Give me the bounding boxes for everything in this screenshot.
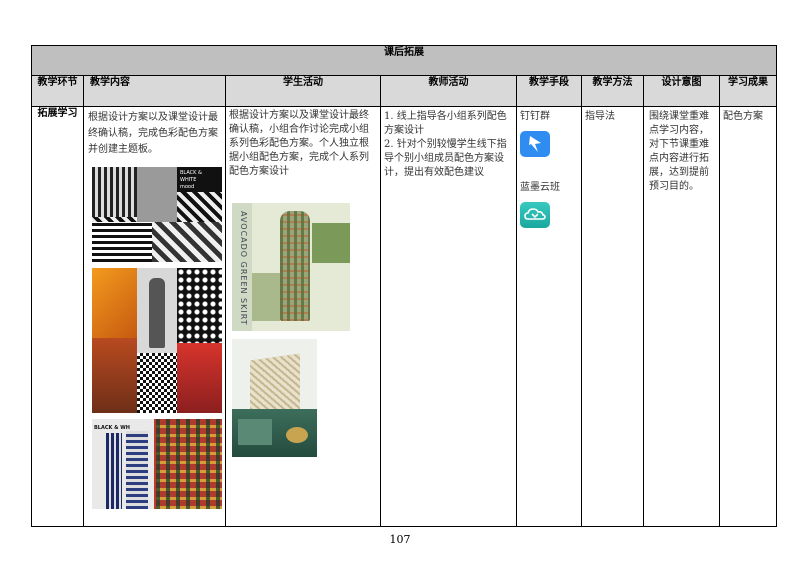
teaching-method-text: 指导法	[585, 111, 615, 122]
dingtalk-icon	[520, 131, 550, 157]
lesson-plan-table: 课后拓展 教学环节 教学内容 学生活动 教师活动 教学手段 教学方法 设计意图 …	[31, 45, 777, 527]
student-activity-cell: 根据设计方案以及课堂设计最终确认稿，小组合作讨论完成小组系列色彩配色方案。个人独…	[225, 106, 381, 527]
teacher-activity-item-1: 1. 线上指导各小组系列配色方案设计	[384, 111, 507, 136]
teaching-means-cell: 钉钉群 蓝墨云班	[516, 106, 582, 527]
learning-outcome-cell: 配色方案	[719, 106, 777, 527]
teaching-method-cell: 指导法	[581, 106, 644, 527]
moodboard-label-1: BLACK & WHITE	[180, 170, 202, 183]
header-student-activity: 学生活动	[225, 75, 381, 107]
moodboard-label-2: mood	[180, 184, 195, 190]
mosoteach-cloud-icon	[520, 202, 550, 228]
header-teaching-means: 教学手段	[516, 75, 582, 107]
content-cell: 根据设计方案以及课堂设计最终确认稿，完成色彩配色方案并创建主题板。 BLACK …	[83, 106, 226, 527]
design-intent-text: 围绕课堂重难点学习内容，对下节课重难点内容进行拓展，达到提前预习目的。	[649, 111, 709, 192]
page-number: 107	[389, 533, 411, 546]
teacher-activity-cell: 1. 线上指导各小组系列配色方案设计 2. 针对个别较慢学生线下指导个别小组成员…	[380, 106, 517, 527]
content-text: 根据设计方案以及课堂设计最终确认稿，完成色彩配色方案并创建主题板。	[88, 112, 218, 155]
teacher-activity-item-2: 2. 针对个别较慢学生线下指导个别小组成员配色方案设计，提出有效配色建议	[384, 139, 507, 178]
means-dingtalk-label: 钉钉群	[520, 111, 550, 122]
design-intent-cell: 围绕课堂重难点学习内容，对下节课重难点内容进行拓展，达到提前预习目的。	[643, 106, 720, 527]
moodboard-orange-image	[92, 268, 222, 413]
stage-cell: 拓展学习	[31, 106, 84, 527]
header-design-intent: 设计意图	[643, 75, 720, 107]
moodboard-collage: BLACK & WHITE mood BLACK & WH	[92, 167, 224, 509]
learning-outcome-text: 配色方案	[723, 111, 763, 122]
student-activity-text: 根据设计方案以及课堂设计最终确认稿，小组合作讨论完成小组系列色彩配色方案。个人独…	[229, 110, 369, 177]
header-content: 教学内容	[83, 75, 226, 107]
moodboard-plaid-image: BLACK & WH	[92, 419, 222, 509]
student-board-green-image: AVOCADO GREEN SKIRT	[232, 203, 350, 331]
moodboard-black-white-image: BLACK & WHITE mood	[92, 167, 222, 262]
student-board-architecture-image	[232, 339, 317, 457]
student-board-text: AVOCADO GREEN SKIRT	[239, 211, 248, 326]
header-teaching-method: 教学方法	[581, 75, 644, 107]
header-stage: 教学环节	[31, 75, 84, 107]
header-teacher-activity: 教师活动	[380, 75, 517, 107]
means-mosoteach-label: 蓝墨云班	[520, 182, 560, 193]
table-title: 课后拓展	[31, 45, 777, 76]
header-learning-outcome: 学习成果	[719, 75, 777, 107]
